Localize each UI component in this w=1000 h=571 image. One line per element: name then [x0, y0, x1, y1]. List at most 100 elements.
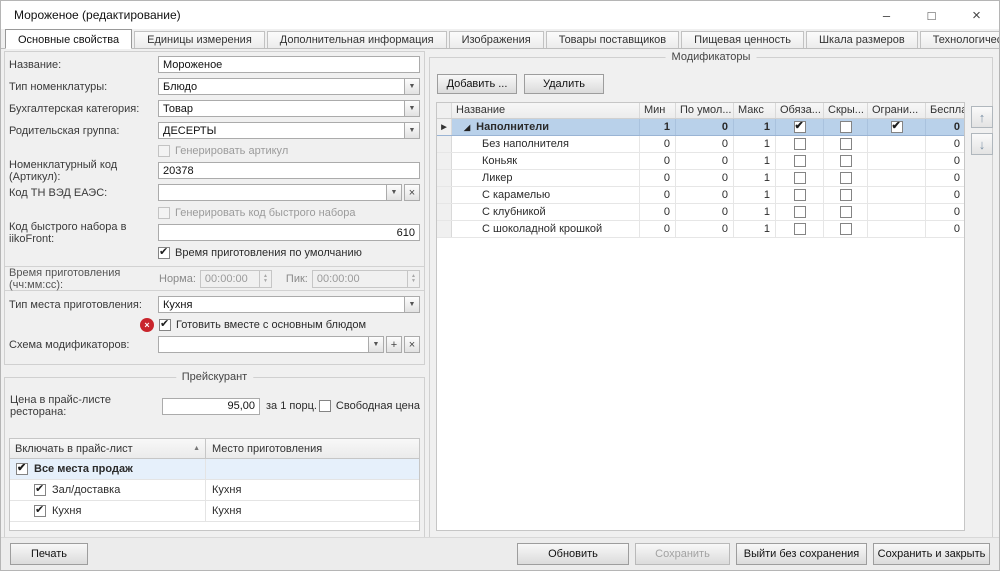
modifier-scheme-combo[interactable]: ▼ — [158, 336, 384, 353]
limited-checkbox[interactable] — [891, 121, 903, 133]
column-header-free[interactable]: Бесплатн... — [926, 103, 965, 118]
sku-input[interactable] — [158, 162, 420, 179]
spinner-arrows-icon[interactable]: ▲▼ — [259, 271, 271, 287]
nomenclature-type-input[interactable] — [158, 78, 420, 95]
required-checkbox[interactable] — [794, 121, 806, 133]
row-checkbox[interactable] — [34, 484, 46, 496]
tnved-combo[interactable]: ▼ — [158, 184, 402, 201]
hidden-checkbox[interactable] — [840, 223, 852, 235]
accounting-category-combo[interactable]: ▼ — [158, 100, 420, 117]
column-header-place[interactable]: Место приготовления — [206, 439, 419, 458]
column-header-default[interactable]: По умол... — [676, 103, 734, 118]
move-down-button[interactable]: ↓ — [971, 133, 993, 155]
hidden-checkbox[interactable] — [840, 189, 852, 201]
tab-size-scale[interactable]: Шкала размеров — [806, 31, 918, 48]
parent-group-input[interactable] — [158, 122, 420, 139]
nomenclature-type-combo[interactable]: ▼ — [158, 78, 420, 95]
modifier-scheme-clear-button[interactable]: × — [404, 336, 420, 353]
print-button[interactable]: Печать — [10, 543, 88, 565]
required-checkbox[interactable] — [794, 206, 806, 218]
required-checkbox[interactable] — [794, 155, 806, 167]
required-checkbox[interactable] — [794, 223, 806, 235]
modifier-row[interactable]: Без наполнителя 0 0 1 0 — [437, 136, 964, 153]
name-label: Название: — [9, 59, 158, 71]
column-header-max[interactable]: Макс — [734, 103, 776, 118]
main-properties-panel: Название: Тип номенклатуры: ▼ Бухгалтерс… — [4, 51, 425, 365]
cook-time-peak-input[interactable] — [312, 270, 420, 288]
generate-sku-checkbox[interactable] — [158, 145, 170, 157]
modifier-row[interactable]: Ликер 0 0 1 0 — [437, 170, 964, 187]
chevron-down-icon[interactable]: ▼ — [404, 297, 419, 312]
chevron-down-icon[interactable]: ▼ — [404, 123, 419, 138]
row-indicator-icon: ▶ — [441, 123, 446, 131]
required-checkbox[interactable] — [794, 172, 806, 184]
modifier-scheme-input[interactable] — [158, 336, 384, 353]
tree-expanded-icon[interactable]: ◢ — [464, 123, 470, 132]
table-row[interactable]: Кухня Кухня — [10, 501, 419, 522]
modifiers-grid-header: Название Мин По умол... Макс Обяза... Ск… — [437, 103, 964, 119]
row-checkbox[interactable] — [34, 505, 46, 517]
table-row[interactable]: Зал/доставка Кухня — [10, 480, 419, 501]
name-input[interactable] — [158, 56, 420, 73]
hidden-checkbox[interactable] — [840, 121, 852, 133]
row-checkbox[interactable] — [16, 463, 28, 475]
column-header-name[interactable]: Название — [452, 103, 640, 118]
hidden-checkbox[interactable] — [840, 172, 852, 184]
required-checkbox[interactable] — [794, 138, 806, 150]
chevron-down-icon[interactable]: ▼ — [368, 337, 383, 352]
modifier-row[interactable]: С шоколадной крошкой 0 0 1 0 — [437, 221, 964, 238]
close-button[interactable]: × — [954, 1, 999, 29]
accounting-category-input[interactable] — [158, 100, 420, 117]
modifier-group-row[interactable]: ▶ ◢ Наполнители 1 0 1 0 — [437, 119, 964, 136]
required-checkbox[interactable] — [794, 189, 806, 201]
tnved-clear-button[interactable]: × — [404, 184, 420, 201]
hidden-checkbox[interactable] — [840, 155, 852, 167]
modifier-row[interactable]: С клубникой 0 0 1 0 — [437, 204, 964, 221]
hidden-checkbox[interactable] — [840, 206, 852, 218]
save-and-close-button[interactable]: Сохранить и закрыть — [873, 543, 990, 565]
chevron-down-icon[interactable]: ▼ — [404, 79, 419, 94]
save-button[interactable]: Сохранить — [635, 543, 730, 565]
modifier-row[interactable]: Коньяк 0 0 1 0 — [437, 153, 964, 170]
table-row[interactable]: Все места продаж — [10, 459, 419, 480]
column-header-hidden[interactable]: Скры... — [824, 103, 868, 118]
tab-basic-properties[interactable]: Основные свойства — [5, 29, 132, 49]
column-header-min[interactable]: Мин — [640, 103, 676, 118]
column-header-limited[interactable]: Ограни... — [868, 103, 926, 118]
parent-group-combo[interactable]: ▼ — [158, 122, 420, 139]
free-price-checkbox[interactable] — [319, 400, 331, 412]
cook-time-peak-label: Пик: — [286, 273, 308, 285]
cook-with-main-checkbox[interactable] — [159, 319, 171, 331]
tab-supplier-goods[interactable]: Товары поставщиков — [546, 31, 679, 48]
spinner-arrows-icon[interactable]: ▲▼ — [407, 271, 419, 287]
modifier-row[interactable]: С карамелью 0 0 1 0 — [437, 187, 964, 204]
generate-quick-code-checkbox[interactable] — [158, 207, 170, 219]
tab-nutrition[interactable]: Пищевая ценность — [681, 31, 804, 48]
add-modifier-button[interactable]: Добавить ... — [437, 74, 517, 94]
refresh-button[interactable]: Обновить — [517, 543, 629, 565]
delete-modifier-button[interactable]: Удалить — [524, 74, 604, 94]
quick-code-input[interactable] — [158, 224, 420, 241]
cook-place-type-label: Тип места приготовления: — [9, 299, 158, 311]
tab-additional-info[interactable]: Дополнительная информация — [267, 31, 447, 48]
arrow-down-icon: ↓ — [979, 137, 986, 152]
minimize-button[interactable]: – — [864, 1, 909, 29]
column-header-include[interactable]: Включать в прайс-лист ▲ — [10, 439, 206, 458]
column-header-required[interactable]: Обяза... — [776, 103, 824, 118]
exit-without-saving-button[interactable]: Выйти без сохранения — [736, 543, 867, 565]
price-input[interactable] — [162, 398, 260, 415]
tab-units[interactable]: Единицы измерения — [134, 31, 265, 48]
cook-place-type-combo[interactable]: ▼ — [158, 296, 420, 313]
chevron-down-icon[interactable]: ▼ — [386, 185, 401, 200]
move-up-button[interactable]: ↑ — [971, 106, 993, 128]
tab-tech-cards[interactable]: Технологические карты — [920, 31, 1000, 48]
default-cook-time-checkbox[interactable] — [158, 247, 170, 259]
cook-place-type-input[interactable] — [158, 296, 420, 313]
hidden-checkbox[interactable] — [840, 138, 852, 150]
chevron-down-icon[interactable]: ▼ — [404, 101, 419, 116]
modifier-scheme-add-button[interactable]: + — [386, 336, 402, 353]
tab-images[interactable]: Изображения — [449, 31, 544, 48]
maximize-button[interactable]: □ — [909, 1, 954, 29]
modifiers-group-title: Модификаторы — [666, 51, 757, 63]
tnved-input[interactable] — [158, 184, 402, 201]
